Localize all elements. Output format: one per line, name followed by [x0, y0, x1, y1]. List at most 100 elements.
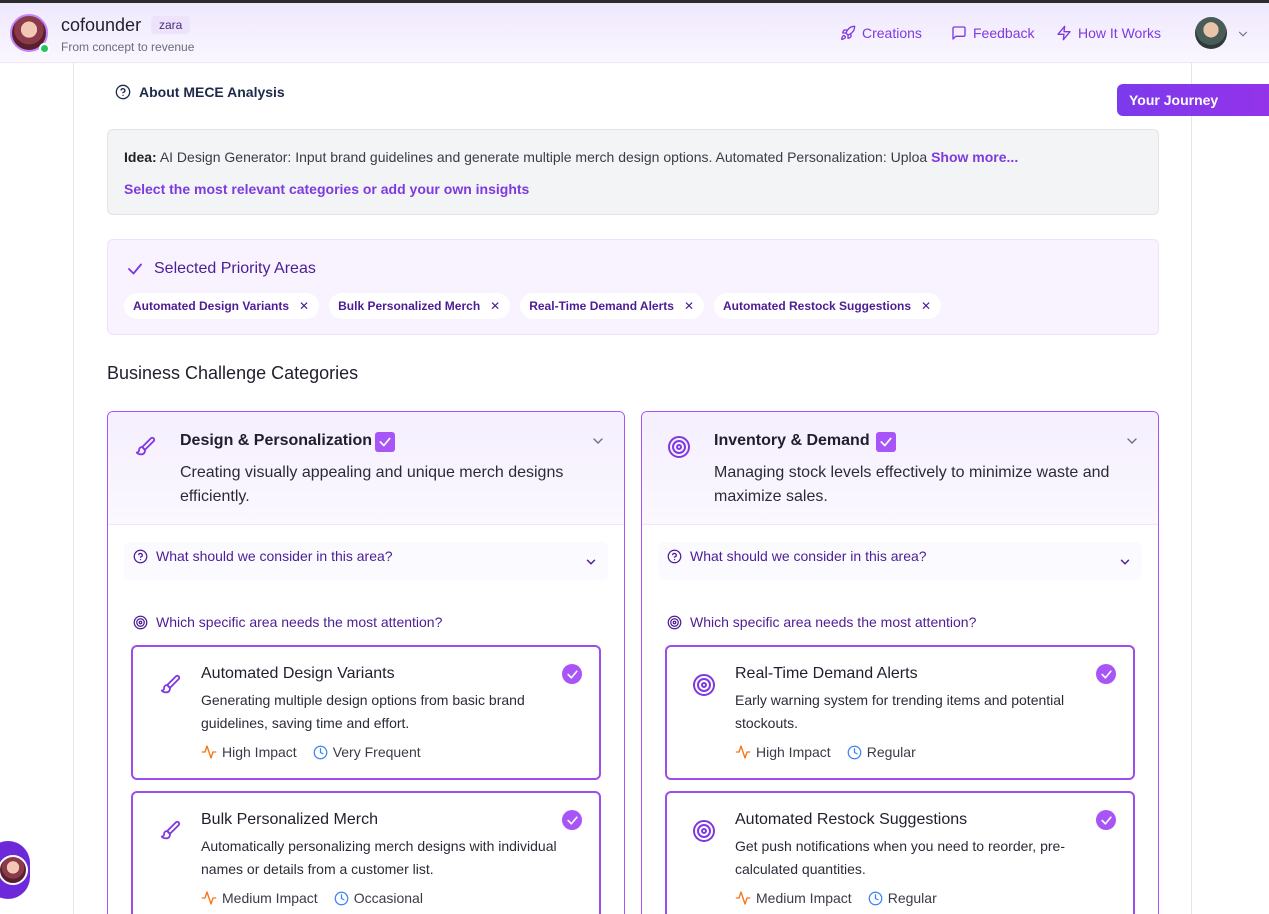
remove-chip-icon[interactable]: ✕: [299, 299, 309, 313]
frequency-tag: Regular: [847, 744, 916, 760]
frequency-tag: Regular: [868, 890, 937, 906]
help-circle-icon: [667, 549, 682, 563]
sub-area-card[interactable]: Automated Design Variants Generating mul…: [131, 645, 601, 780]
frequency-label: Very Frequent: [332, 744, 421, 760]
floating-assistant-button[interactable]: [0, 841, 30, 899]
sub-area-description: Early warning system for trending items …: [735, 692, 1065, 731]
message-icon: [952, 26, 966, 40]
category-header[interactable]: Design & Personalization Creating visual…: [108, 412, 624, 525]
category-header[interactable]: Inventory & Demand Managing stock levels…: [642, 412, 1158, 525]
chevron-down-icon: [586, 559, 596, 565]
check-icon: [1100, 669, 1112, 679]
frequency-label: Regular: [887, 890, 937, 906]
impact-label: Medium Impact: [222, 890, 318, 906]
check-icon: [880, 437, 892, 447]
activity-icon: [201, 891, 217, 905]
nav-feedback[interactable]: Feedback: [951, 25, 1034, 41]
rocket-icon: [841, 25, 856, 40]
category-checkbox[interactable]: [375, 432, 395, 452]
target-icon: [667, 615, 682, 629]
nav-how-it-works-label: How It Works: [1078, 25, 1161, 41]
chevron-down-icon[interactable]: [1124, 433, 1140, 449]
sub-area-icon-box: [684, 665, 724, 705]
remove-chip-icon[interactable]: ✕: [490, 299, 500, 313]
category-checkbox[interactable]: [876, 432, 896, 452]
user-badge: zara: [151, 16, 191, 34]
sub-area-checked[interactable]: [1096, 810, 1116, 830]
brand-tagline: From concept to revenue: [61, 40, 195, 54]
your-journey-button[interactable]: Your Journey: [1117, 84, 1269, 116]
content-left-border: [73, 63, 74, 914]
sub-area-checked[interactable]: [562, 664, 582, 684]
content-right-border: [1191, 63, 1192, 914]
consider-accordion[interactable]: What should we consider in this area?: [124, 542, 608, 580]
frequency-label: Occasional: [353, 890, 423, 906]
idea-text: Idea: AI Design Generator: Input brand g…: [124, 149, 1018, 165]
category-icon-box: [126, 428, 164, 466]
sub-area-title: Automated Restock Suggestions: [735, 811, 968, 828]
chevron-down-icon[interactable]: [1236, 27, 1250, 41]
brand-name: cofounder: [61, 15, 142, 35]
clock-icon: [868, 891, 883, 905]
brand-avatar[interactable]: [10, 14, 50, 54]
clock-icon: [334, 891, 349, 905]
frequency-tag: Occasional: [334, 890, 423, 906]
check-icon: [1100, 815, 1112, 825]
activity-icon: [735, 891, 751, 905]
category-card-design: Design & Personalization Creating visual…: [107, 411, 625, 914]
sub-area-meta: High Impact Regular: [735, 744, 916, 760]
target-icon: [693, 674, 715, 696]
chip-label: Automated Design Variants: [133, 299, 290, 313]
priority-title: Selected Priority Areas: [126, 260, 316, 278]
help-circle-icon: [133, 549, 148, 563]
impact-tag: High Impact: [735, 744, 831, 760]
activity-icon: [201, 745, 217, 759]
priority-chips: Automated Design Variants ✕ Bulk Personal…: [124, 293, 942, 319]
user-avatar[interactable]: [1195, 17, 1227, 49]
which-text: Which specific area needs the most atten…: [690, 614, 977, 630]
chevron-down-icon: [1120, 559, 1130, 565]
priority-chip: Automated Restock Suggestions ✕: [714, 293, 942, 319]
nav-creations-label: Creations: [862, 25, 922, 41]
frequency-label: Regular: [866, 744, 916, 760]
target-icon: [693, 820, 715, 842]
remove-chip-icon[interactable]: ✕: [921, 299, 931, 313]
sub-area-icon-box: [684, 811, 724, 851]
consider-label: What should we consider in this area?: [133, 548, 393, 564]
priority-chip: Automated Design Variants ✕: [124, 293, 320, 319]
which-text: Which specific area needs the most atten…: [156, 614, 443, 630]
online-status-dot: [39, 43, 50, 54]
idea-label: Idea:: [124, 149, 157, 165]
nav-how-it-works[interactable]: How It Works: [1056, 25, 1161, 41]
category-card-inventory: Inventory & Demand Managing stock levels…: [641, 411, 1159, 914]
priority-chip: Bulk Personalized Merch ✕: [329, 293, 511, 319]
remove-chip-icon[interactable]: ✕: [684, 299, 694, 313]
sub-area-card[interactable]: Automated Restock Suggestions Get push n…: [665, 791, 1135, 914]
sub-area-description: Automatically personalizing merch design…: [201, 838, 557, 877]
nav-creations[interactable]: Creations: [840, 25, 922, 41]
sub-area-title: Bulk Personalized Merch: [201, 811, 378, 828]
lightning-icon: [1057, 25, 1071, 41]
sub-area-checked[interactable]: [562, 810, 582, 830]
which-area-label: Which specific area needs the most atten…: [133, 614, 442, 630]
show-more-link[interactable]: Show more...: [931, 149, 1018, 165]
sub-area-description: Get push notifications when you need to …: [735, 838, 1065, 877]
impact-tag: High Impact: [201, 744, 297, 760]
category-icon-box: [660, 428, 698, 466]
category-title: Design & Personalization: [180, 432, 373, 449]
about-mece-link[interactable]: About MECE Analysis: [115, 84, 285, 100]
sub-area-icon-box: [150, 811, 190, 851]
sub-area-checked[interactable]: [1096, 664, 1116, 684]
chevron-down-icon[interactable]: [590, 433, 606, 449]
sub-area-card[interactable]: Bulk Personalized Merch Automatically pe…: [131, 791, 601, 914]
consider-accordion[interactable]: What should we consider in this area?: [658, 542, 1142, 580]
select-hint: Select the most relevant categories or a…: [124, 181, 530, 197]
category-description: Managing stock levels effectively to min…: [714, 464, 1110, 505]
check-icon: [379, 437, 391, 447]
section-title: Business Challenge Categories: [107, 363, 359, 383]
check-icon: [128, 263, 142, 275]
sub-area-meta: Medium Impact Regular: [735, 890, 937, 906]
sub-area-card[interactable]: Real-Time Demand Alerts Early warning sy…: [665, 645, 1135, 780]
nav-feedback-label: Feedback: [973, 25, 1035, 41]
sub-area-meta: Medium Impact Occasional: [201, 890, 423, 906]
